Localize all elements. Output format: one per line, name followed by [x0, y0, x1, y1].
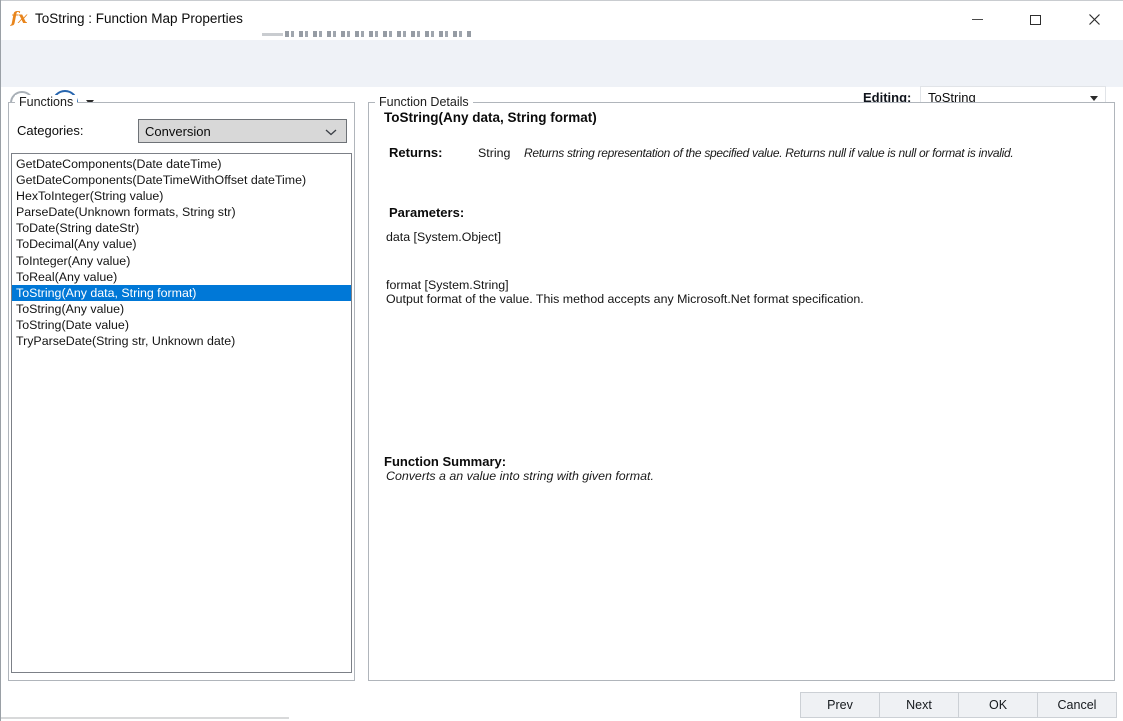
function-map-properties-window: fx ToString : Function Map Properties — [0, 0, 1123, 721]
minimize-button[interactable] — [948, 0, 1006, 39]
parameter-name: format [System.String] — [386, 278, 509, 292]
maximize-icon — [1030, 15, 1041, 25]
function-summary-text: Converts a an value into string with giv… — [386, 469, 654, 483]
function-list-item[interactable]: HexToInteger(String value) — [14, 188, 351, 204]
maximize-button[interactable] — [1006, 0, 1065, 39]
parameter-description: Output format of the value. This method … — [386, 292, 864, 306]
function-list-item[interactable]: ParseDate(Unknown formats, String str) — [14, 204, 351, 220]
function-list-item[interactable]: ToReal(Any value) — [14, 269, 351, 285]
next-button[interactable]: Next — [879, 692, 959, 718]
function-signature: ToString(Any data, String format) — [384, 110, 597, 125]
background-window-artifact — [262, 33, 283, 36]
window-border-left — [0, 0, 1, 721]
chevron-down-icon — [325, 129, 337, 136]
caret-down-icon — [1090, 96, 1098, 101]
background-window-artifact — [0, 717, 289, 719]
function-details-groupbox: Function Details ToString(Any data, Stri… — [368, 102, 1115, 681]
returns-type: String — [478, 146, 510, 160]
function-list-item[interactable]: GetDateComponents(DateTimeWithOffset dat… — [14, 172, 351, 188]
function-list-item[interactable]: ToString(Any data, String format) — [12, 285, 351, 301]
function-details-group-label: Function Details — [375, 95, 473, 110]
function-list-item[interactable]: TryParseDate(String str, Unknown date) — [14, 333, 351, 349]
function-list-item[interactable]: ToDecimal(Any value) — [14, 236, 351, 252]
function-list-item[interactable]: ToInteger(Any value) — [14, 253, 351, 269]
categories-combobox[interactable]: Conversion — [138, 119, 347, 143]
function-summary-label: Function Summary: — [384, 454, 506, 469]
background-window-artifact — [285, 31, 471, 37]
footer-buttons: PrevNextOKCancel — [800, 692, 1117, 718]
toolbar: Editing: ToString — [0, 40, 1123, 87]
fx-app-icon: fx — [11, 8, 27, 27]
categories-label: Categories: — [17, 123, 83, 138]
function-list: GetDateComponents(Date dateTime)GetDateC… — [11, 153, 352, 673]
ok-button[interactable]: OK — [958, 692, 1038, 718]
functions-groupbox: Functions Categories: Conversion GetDate… — [8, 102, 355, 681]
close-icon — [1088, 13, 1101, 26]
function-list-item[interactable]: ToString(Any value) — [14, 301, 351, 317]
window-title: ToString : Function Map Properties — [35, 11, 243, 26]
function-list-item[interactable]: GetDateComponents(Date dateTime) — [14, 156, 351, 172]
window-border-top — [0, 0, 1123, 1]
returns-label: Returns: — [389, 145, 442, 160]
title-bar[interactable]: fx ToString : Function Map Properties — [0, 0, 1123, 40]
parameter-name: data [System.Object] — [386, 230, 501, 244]
function-list-item[interactable]: ToDate(String dateStr) — [14, 220, 351, 236]
close-button[interactable] — [1065, 0, 1123, 39]
minimize-icon — [972, 19, 983, 20]
parameters-label: Parameters: — [389, 205, 464, 220]
function-list-item[interactable]: ToString(Date value) — [14, 317, 351, 333]
cancel-button[interactable]: Cancel — [1037, 692, 1117, 718]
returns-description: Returns string representation of the spe… — [524, 146, 1013, 160]
functions-group-label: Functions — [15, 95, 77, 110]
categories-combobox-value: Conversion — [145, 124, 211, 139]
prev-button[interactable]: Prev — [800, 692, 880, 718]
